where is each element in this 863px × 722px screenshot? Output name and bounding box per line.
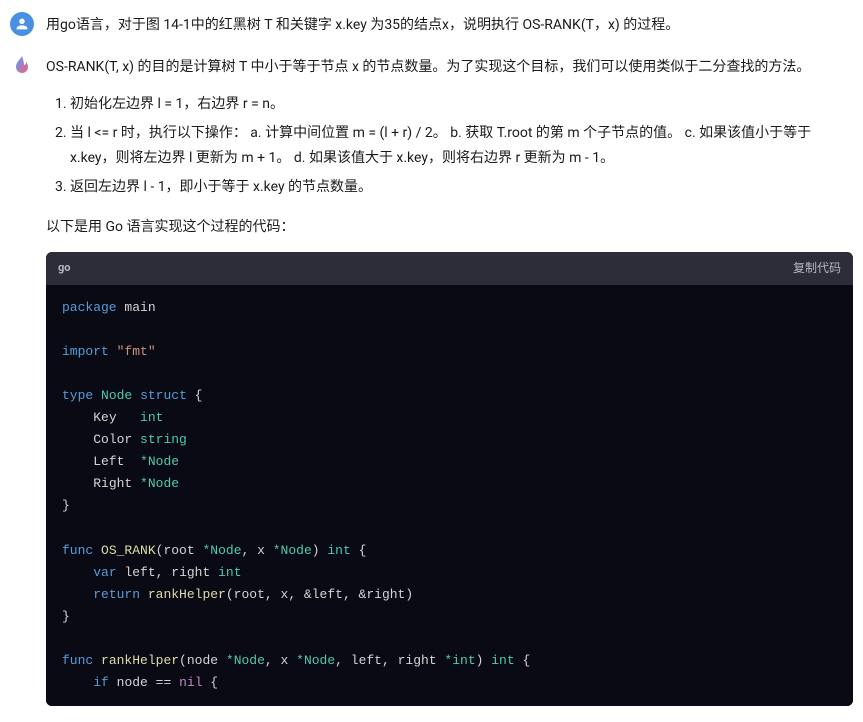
bot-steps-list: 初始化左边界 l = 1，右边界 r = n。 当 l <= r 时，执行以下操… [46, 92, 853, 201]
bot-message-content: OS-RANK(T, x) 的目的是计算树 T 中小于等于节点 x 的节点数量。… [46, 54, 863, 706]
list-item: 初始化左边界 l = 1，右边界 r = n。 [70, 92, 853, 117]
user-message-text: 用go语言，对于图 14-1中的红黑树 T 和关键字 x.key 为35的结点x… [46, 12, 863, 38]
flame-icon [10, 54, 34, 78]
code-header: go 复制代码 [46, 252, 853, 284]
bot-outro-text: 以下是用 Go 语言实现这个过程的代码： [46, 216, 853, 240]
list-item: 当 l <= r 时，执行以下操作： a. 计算中间位置 m = (l + r)… [70, 121, 853, 171]
bot-message-row: OS-RANK(T, x) 的目的是计算树 T 中小于等于节点 x 的节点数量。… [0, 54, 863, 706]
bot-avatar [10, 54, 34, 78]
copy-code-button[interactable]: 复制代码 [793, 258, 841, 278]
bot-intro-text: OS-RANK(T, x) 的目的是计算树 T 中小于等于节点 x 的节点数量。… [46, 56, 853, 80]
user-avatar [10, 12, 34, 36]
user-message-row: 用go语言，对于图 14-1中的红黑树 T 和关键字 x.key 为35的结点x… [0, 12, 863, 38]
code-block: go 复制代码 package main import "fmt" type N… [46, 252, 853, 706]
code-language-label: go [58, 259, 71, 278]
user-icon [14, 16, 30, 32]
list-item: 返回左边界 l - 1，即小于等于 x.key 的节点数量。 [70, 175, 853, 200]
code-body[interactable]: package main import "fmt" type Node stru… [46, 285, 853, 707]
